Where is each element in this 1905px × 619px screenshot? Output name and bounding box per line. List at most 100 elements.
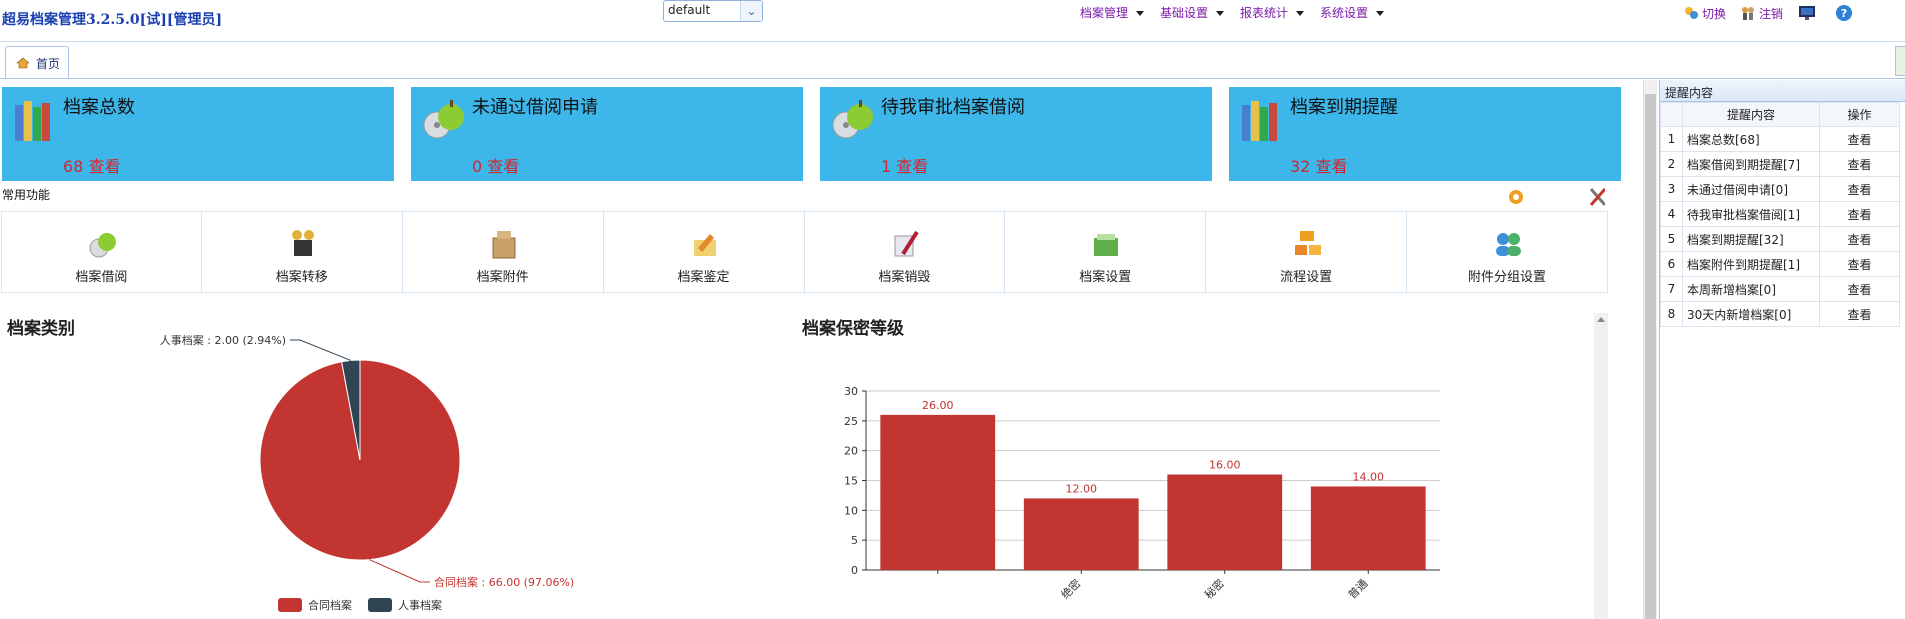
gear-icon[interactable] — [1509, 190, 1523, 204]
menu-label: 基础设置 — [1160, 6, 1209, 20]
card-expiry-reminder[interactable]: 档案到期提醒 32 查看 — [1229, 87, 1621, 181]
bar-value-label: 14.00 — [1353, 470, 1385, 483]
func-archive-settings[interactable]: 档案设置 — [1005, 211, 1207, 293]
attachment-box-icon — [492, 231, 516, 259]
row-view-link[interactable]: 查看 — [1819, 251, 1900, 277]
legend-label[interactable]: 合同档案 — [308, 598, 352, 612]
menu-report-stats[interactable]: 报表统计 — [1240, 4, 1305, 21]
workflow-icon — [1295, 231, 1322, 255]
monitor-icon[interactable] — [1797, 4, 1817, 22]
card-count: 1 — [881, 157, 892, 176]
y-tick-label: 25 — [844, 415, 858, 428]
collapse-side-button[interactable] — [1895, 46, 1905, 76]
row-view-link[interactable]: 查看 — [1819, 301, 1900, 327]
func-attachment[interactable]: 档案附件 — [402, 211, 604, 293]
card-count: 68 — [63, 157, 84, 176]
card-title: 未通过借阅申请 — [472, 97, 598, 118]
summary-cards: 档案总数 68 查看 未通过借阅申请 0 查看 待我审批档案借阅 1 查看 档案… — [0, 87, 1640, 182]
borrow-icon — [89, 233, 116, 258]
help-icon[interactable]: ? — [1835, 4, 1853, 22]
row-content: 档案总数[68] — [1682, 126, 1820, 152]
card-view-label: 查看 — [88, 157, 121, 176]
bar-value-label: 26.00 — [922, 399, 954, 412]
func-borrow[interactable]: 档案借阅 — [1, 211, 202, 293]
logout-label: 注销 — [1759, 6, 1784, 21]
table-row: 7 本周新增档案[0] 查看 — [1660, 276, 1900, 302]
reminder-panel-title: 提醒内容 — [1660, 80, 1905, 102]
row-number: 3 — [1660, 176, 1683, 202]
row-view-link[interactable]: 查看 — [1819, 276, 1900, 302]
func-label: 档案转移 — [275, 270, 328, 285]
card-total-archives[interactable]: 档案总数 68 查看 — [2, 87, 394, 181]
tab-home-label: 首页 — [35, 57, 60, 71]
bar[interactable] — [880, 414, 996, 570]
card-view-label: 查看 — [1315, 157, 1348, 176]
row-view-link[interactable]: 查看 — [1819, 201, 1900, 227]
table-row: 4 待我审批档案借阅[1] 查看 — [1660, 201, 1900, 227]
row-content: 30天内新增档案[0] — [1682, 301, 1820, 327]
row-content: 档案到期提醒[32] — [1682, 226, 1820, 252]
func-label: 附件分组设置 — [1468, 270, 1547, 285]
row-content: 待我审批档案借阅[1] — [1682, 201, 1820, 227]
card-count: 32 — [1290, 157, 1311, 176]
scroll-up-icon[interactable] — [1597, 317, 1605, 322]
theme-select-value: default — [668, 3, 711, 17]
table-row: 3 未通过借阅申请[0] 查看 — [1660, 176, 1900, 202]
row-view-link[interactable]: 查看 — [1819, 176, 1900, 202]
tools-icon[interactable] — [1589, 188, 1605, 206]
scrollbar-thumb[interactable] — [1645, 94, 1656, 619]
reminder-table-header: 提醒内容 操作 — [1660, 102, 1900, 127]
bar[interactable] — [1310, 486, 1426, 570]
row-view-link[interactable]: 查看 — [1819, 151, 1900, 177]
row-number: 8 — [1660, 301, 1683, 327]
theme-select[interactable]: default ⌄ — [663, 0, 763, 22]
row-view-link[interactable]: 查看 — [1819, 126, 1900, 152]
card-count-link[interactable]: 68 查看 — [63, 153, 120, 177]
caret-down-icon — [1136, 11, 1145, 16]
menu-label: 报表统计 — [1240, 6, 1289, 20]
pie-slice-label: 人事档案 : 2.00 (2.94%) — [160, 335, 286, 347]
tab-home[interactable]: 首页 — [5, 46, 69, 78]
main-menu: 档案管理 基础设置 报表统计 系统设置 — [1080, 4, 1400, 21]
card-count-link[interactable]: 0 查看 — [472, 153, 519, 177]
chevron-down-icon[interactable]: ⌄ — [740, 1, 762, 21]
main-scrollbar[interactable] — [1643, 80, 1657, 619]
legend-swatch[interactable] — [368, 598, 392, 612]
menu-archive-management[interactable]: 档案管理 — [1080, 4, 1145, 21]
func-attachment-group-settings[interactable]: 附件分组设置 — [1407, 211, 1608, 293]
function-grid: 档案借阅 档案转移 档案附件 档案鉴定 档案销毁 档案设置 流程设置 附件分组设… — [1, 211, 1608, 293]
func-appraise[interactable]: 档案鉴定 — [603, 211, 805, 293]
card-rejected-borrow[interactable]: 未通过借阅申请 0 查看 — [411, 87, 803, 181]
card-count-link[interactable]: 32 查看 — [1290, 153, 1347, 177]
svg-text:?: ? — [1841, 7, 1847, 20]
app-title: 超易档案管理3.2.5.0[试][管理员] — [2, 12, 223, 28]
transfer-icon — [291, 230, 314, 256]
logout-button[interactable]: 注销 — [1740, 5, 1783, 22]
col-content: 提醒内容 — [1682, 102, 1820, 127]
switch-button[interactable]: 切换 — [1683, 5, 1726, 22]
legend-label[interactable]: 人事档案 — [398, 598, 442, 612]
y-tick-label: 10 — [844, 504, 858, 517]
func-label: 档案鉴定 — [677, 270, 730, 285]
charts-scrollbar[interactable] — [1594, 313, 1608, 619]
menu-basic-settings[interactable]: 基础设置 — [1160, 4, 1225, 21]
menu-system-settings[interactable]: 系统设置 — [1320, 4, 1385, 21]
bar-chart: 0 5 10 15 20 25 30 26.00 12.00 绝密 16.00 秘密 14.00 普通 — [844, 385, 1440, 602]
bar[interactable] — [1167, 474, 1283, 570]
func-transfer[interactable]: 档案转移 — [201, 211, 403, 293]
y-tick-label: 30 — [844, 385, 858, 398]
users-group-icon — [1496, 233, 1522, 256]
books-icon — [15, 101, 50, 141]
func-destroy[interactable]: 档案销毁 — [804, 211, 1006, 293]
bar[interactable] — [1023, 498, 1139, 570]
card-pending-approval[interactable]: 待我审批档案借阅 1 查看 — [820, 87, 1212, 181]
folder-settings-icon — [1094, 234, 1119, 256]
legend-swatch[interactable] — [278, 598, 302, 612]
func-workflow-settings[interactable]: 流程设置 — [1206, 211, 1408, 293]
card-title: 待我审批档案借阅 — [881, 97, 1025, 118]
row-view-link[interactable]: 查看 — [1819, 226, 1900, 252]
card-count-link[interactable]: 1 查看 — [881, 153, 928, 177]
card-title: 档案总数 — [63, 97, 135, 118]
row-number: 2 — [1660, 151, 1683, 177]
disc-apple-icon — [832, 100, 873, 139]
